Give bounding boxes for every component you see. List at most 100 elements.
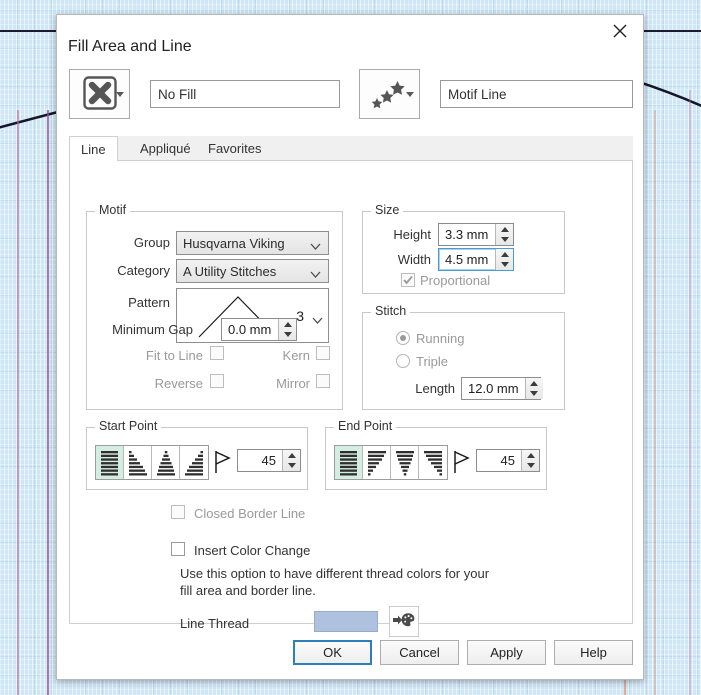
help-button[interactable]: Help [554, 640, 633, 665]
length-value: 12.0 mm [468, 381, 519, 396]
group-combo[interactable]: Husqvarna Viking [176, 231, 329, 255]
tab-headers: Line Appliqué Favorites [69, 136, 633, 162]
width-label: Width [397, 252, 431, 267]
close-icon[interactable] [597, 15, 643, 47]
height-spinner[interactable]: 3.3 mm [438, 223, 514, 246]
group-combo-value: Husqvarna Viking [183, 235, 285, 251]
angle-flag-icon [214, 450, 231, 477]
insert-color-change-help-line1: Use this option to have different thread… [180, 566, 490, 581]
end-angle-spinner[interactable]: 45 [476, 449, 540, 472]
kern-checkbox[interactable] [316, 346, 330, 360]
minimum-gap-label: Minimum Gap [112, 322, 193, 337]
running-radio[interactable] [396, 331, 410, 345]
start-triangle-right-icon[interactable] [124, 446, 152, 479]
mirror-checkbox[interactable] [316, 374, 330, 388]
dialog-title: Fill Area and Line [68, 38, 192, 55]
mirror-label: Mirror [276, 376, 310, 391]
spinner-arrows[interactable] [495, 224, 513, 245]
end-triangle-right-icon[interactable] [363, 446, 391, 479]
insert-color-change-label: Insert Color Change [194, 543, 311, 558]
minimum-gap-value: 0.0 mm [228, 322, 272, 337]
height-label: Height [393, 227, 431, 242]
start-point-group: Start Point 45 [86, 419, 308, 490]
start-angle-spinner[interactable]: 45 [237, 449, 301, 472]
spinner-arrows[interactable] [521, 450, 539, 471]
stitch-group-legend: Stitch [371, 304, 411, 318]
spinner-arrows[interactable] [524, 378, 543, 399]
minimum-gap-spinner[interactable]: 0.0 mm [221, 318, 297, 341]
tab-panel-line: Motif Group Husqvarna Viking Category A … [69, 161, 633, 637]
closed-border-line-checkbox[interactable] [171, 505, 185, 519]
start-angle-value: 45 [261, 453, 276, 468]
length-spinner[interactable]: 12.0 mm [461, 377, 543, 400]
size-group-legend: Size [371, 203, 404, 217]
end-point-legend: End Point [334, 419, 397, 433]
start-point-options [95, 445, 209, 480]
end-angle-value: 45 [500, 453, 515, 468]
tab-line[interactable]: Line [69, 136, 118, 162]
motif-stars-icon [370, 76, 410, 113]
insert-color-change-help-line2: fill area and border line. [180, 583, 316, 598]
spinner-arrows[interactable] [495, 249, 513, 270]
line-thread-label: Line Thread [180, 616, 250, 631]
height-value: 3.3 mm [445, 227, 489, 242]
dialog-title-bar: Fill Area and Line [57, 15, 643, 59]
chevron-down-icon [116, 92, 124, 97]
start-left-aligned-icon[interactable] [96, 446, 124, 479]
line-type-value[interactable]: Motif Line [440, 80, 633, 108]
reverse-label: Reverse [154, 376, 203, 391]
triple-radio[interactable] [396, 354, 410, 368]
fill-line-selector-row: No Fill Motif Line [69, 69, 633, 125]
angle-flag-icon [453, 450, 470, 477]
size-group: Size Height 3.3 mm Width 4.5 mm Proporti… [362, 203, 565, 294]
motif-group-legend: Motif [95, 203, 131, 217]
category-combo[interactable]: A Utility Stitches [176, 259, 329, 283]
spinner-arrows[interactable] [278, 319, 296, 340]
line-thread-color-swatch[interactable] [314, 611, 378, 632]
tab-applique[interactable]: Appliqué [129, 136, 202, 161]
kern-label: Kern [282, 348, 310, 363]
line-type-dropdown-button[interactable] [359, 69, 420, 119]
motif-group: Motif Group Husqvarna Viking Category A … [86, 203, 343, 410]
width-value: 4.5 mm [445, 252, 489, 267]
triple-label: Triple [416, 354, 449, 369]
chevron-down-icon [310, 239, 321, 254]
stitch-group: Stitch Running Triple Length 12.0 mm [362, 304, 565, 410]
running-label: Running [416, 331, 465, 346]
chevron-down-icon [312, 313, 323, 328]
start-triangle-left-icon[interactable] [180, 446, 208, 479]
pattern-number: 3 [296, 307, 304, 324]
cancel-button[interactable]: Cancel [380, 640, 459, 665]
dialog-footer: OK Cancel Apply Help [57, 640, 643, 666]
reverse-checkbox[interactable] [210, 374, 224, 388]
end-point-group: End Point 45 [325, 419, 547, 490]
end-triangle-left-icon[interactable] [419, 446, 447, 479]
fill-type-dropdown-button[interactable] [69, 69, 130, 119]
fit-to-line-checkbox[interactable] [210, 346, 224, 360]
end-center-icon[interactable] [391, 446, 419, 479]
closed-border-line-label: Closed Border Line [194, 506, 306, 521]
category-combo-value: A Utility Stitches [183, 263, 277, 279]
proportional-label: Proportional [420, 273, 491, 288]
tab-strip: Line Appliqué Favorites Motif Group Husq… [69, 136, 633, 637]
length-label: Length [415, 381, 455, 396]
tab-favorites[interactable]: Favorites [197, 136, 272, 161]
insert-color-change-checkbox[interactable] [171, 542, 185, 556]
spinner-arrows[interactable] [282, 450, 300, 471]
fit-to-line-label: Fit to Line [145, 348, 203, 363]
width-spinner[interactable]: 4.5 mm [438, 248, 514, 271]
start-center-icon[interactable] [152, 446, 180, 479]
end-point-options [334, 445, 448, 480]
no-fill-x-icon [82, 75, 117, 113]
end-left-aligned-icon[interactable] [335, 446, 363, 479]
ok-button[interactable]: OK [293, 640, 372, 665]
fill-area-and-line-dialog: Fill Area and Line No Fill Motif Line Li… [56, 14, 644, 680]
apply-button[interactable]: Apply [467, 640, 546, 665]
pattern-label: Pattern [128, 295, 170, 310]
start-point-legend: Start Point [95, 419, 162, 433]
proportional-checkbox[interactable] [401, 273, 415, 287]
line-thread-palette-button[interactable] [389, 606, 419, 637]
color-palette-icon [393, 612, 415, 631]
fill-type-value[interactable]: No Fill [150, 80, 340, 108]
chevron-down-icon [406, 92, 414, 97]
